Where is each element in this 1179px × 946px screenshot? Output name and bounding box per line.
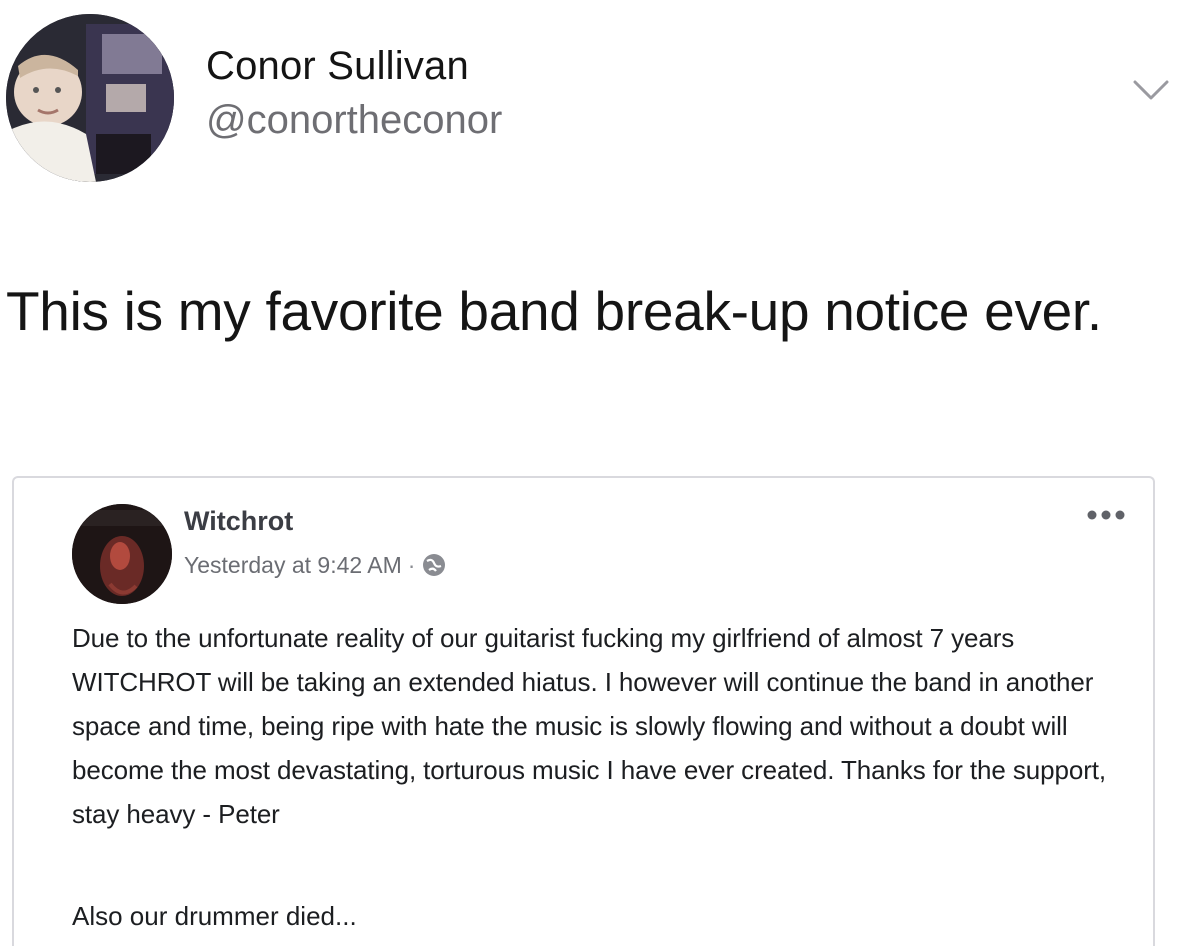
tweet-text: This is my favorite band break-up notice… <box>6 280 1102 342</box>
more-options-icon[interactable] <box>1085 508 1127 522</box>
display-name[interactable]: Conor Sullivan <box>206 42 502 90</box>
post-body-text: Due to the unfortunate reality of our gu… <box>72 623 1107 829</box>
page-name[interactable]: Witchrot <box>184 504 293 538</box>
post-body: Due to the unfortunate reality of our gu… <box>72 616 1132 836</box>
band-logo-icon <box>72 504 172 604</box>
avatar[interactable] <box>6 14 174 182</box>
page-avatar[interactable] <box>72 504 172 604</box>
post-postscript: Also our drummer died... <box>72 901 357 931</box>
user-handle[interactable]: @conortheconor <box>206 96 502 144</box>
tweet-header: Conor Sullivan @conortheconor <box>6 14 1171 184</box>
profile-photo-icon <box>6 14 174 182</box>
embedded-post-card[interactable]: Witchrot Yesterday at 9:42 AM · Due to t… <box>12 476 1155 946</box>
post-timestamp[interactable]: Yesterday at 9:42 AM <box>184 550 402 580</box>
meta-separator: · <box>407 552 416 578</box>
tweet-author: Conor Sullivan @conortheconor <box>206 42 502 144</box>
chevron-down-icon[interactable] <box>1131 78 1171 102</box>
post-meta: Yesterday at 9:42 AM · <box>184 550 447 580</box>
globe-icon <box>423 554 446 576</box>
